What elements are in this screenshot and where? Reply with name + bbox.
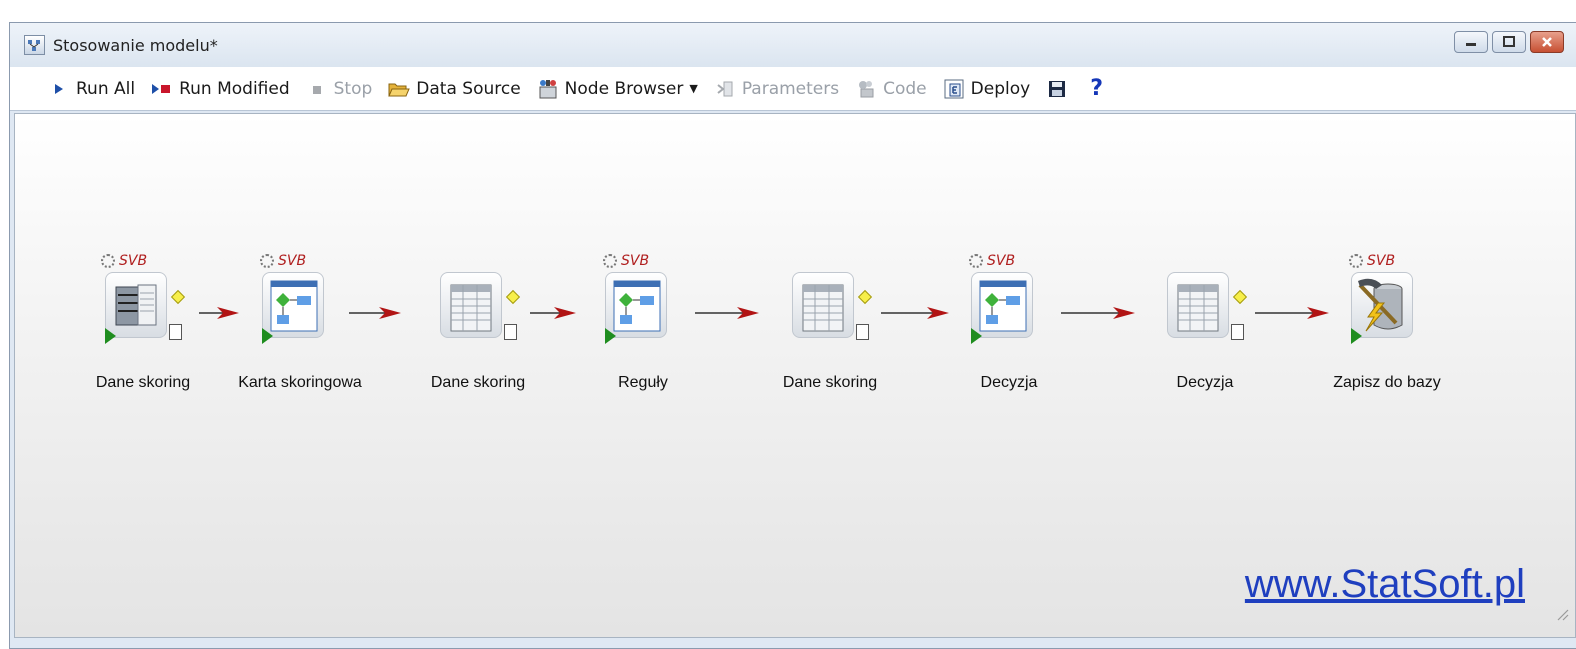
report-icon[interactable] [1231, 324, 1244, 340]
svb-badge: SVB [969, 253, 1015, 269]
node-badge: SVB [1367, 253, 1396, 269]
node-zapisz-do-bazy[interactable]: SVB Zapisz do bazy [1307, 250, 1467, 400]
window-controls [1454, 31, 1564, 53]
node-badge: SVB [278, 253, 307, 269]
help-button[interactable]: ? [1082, 73, 1111, 105]
help-icon: ? [1090, 76, 1103, 101]
connector-arrow [349, 307, 401, 319]
output-port-icon[interactable] [505, 289, 521, 305]
data-source-label: Data Source [416, 78, 521, 99]
stop-label: Stop [333, 78, 373, 99]
node-dane-skoring-1[interactable]: SVB Dane skoring [63, 250, 223, 400]
data-source-button[interactable]: Data Source [380, 73, 528, 105]
node-reguly[interactable]: SVB Reguły [563, 250, 723, 400]
title-bar[interactable]: Stosowanie modelu* [10, 23, 1576, 67]
node-dane-skoring-3[interactable]: Dane skoring [750, 250, 910, 400]
node-karta-skoringowa[interactable]: SVB Karta skoringowa [220, 250, 380, 400]
report-icon[interactable] [856, 324, 869, 340]
node-browser-label: Node Browser [564, 78, 684, 99]
maximize-button[interactable] [1492, 31, 1526, 53]
node-decyzja-2[interactable]: Decyzja [1125, 250, 1285, 400]
run-modified-icon [151, 78, 173, 100]
node-badge: SVB [621, 253, 650, 269]
save-button[interactable] [1038, 73, 1082, 105]
workspace-window: Stosowanie modelu* Run All Run Modified [9, 22, 1576, 649]
resize-grip-icon[interactable] [1555, 607, 1569, 621]
toolbar: Run All Run Modified Stop Data Source No… [10, 67, 1576, 111]
node-label: Dane skoring [782, 374, 878, 391]
deploy-label: Deploy [970, 78, 1031, 99]
spreadsheet-icon [792, 272, 854, 338]
node-browser-icon [537, 78, 559, 100]
code-label: Code [883, 78, 927, 99]
play-icon [48, 78, 70, 100]
spreadsheet-icon [440, 272, 502, 338]
node-label: Dane skoring [430, 374, 526, 391]
deploy-button[interactable]: Deploy [935, 73, 1039, 105]
workflow-canvas[interactable]: SVB Dane skoring SVB Karta skoringowa Da… [14, 113, 1576, 638]
svb-badge: SVB [101, 253, 147, 269]
input-port-icon[interactable] [1351, 328, 1362, 344]
gear-icon [969, 254, 983, 268]
chevron-down-icon[interactable]: ▼ [689, 82, 697, 95]
node-label: Reguły [618, 374, 668, 391]
parameters-icon [714, 78, 736, 100]
svb-badge: SVB [260, 253, 306, 269]
node-decyzja-1[interactable]: SVB Decyzja [929, 250, 1089, 400]
floppy-disk-icon [1046, 78, 1068, 100]
close-icon [1542, 37, 1552, 47]
statsoft-link[interactable]: www.StatSoft.pl [1245, 562, 1525, 607]
window-title: Stosowanie modelu* [53, 35, 218, 55]
input-port-icon[interactable] [605, 328, 616, 344]
node-browser-button[interactable]: Node Browser ▼ [529, 73, 706, 105]
node-dane-skoring-2[interactable]: Dane skoring [398, 250, 558, 400]
node-label: Decyzja [1176, 374, 1234, 391]
open-folder-icon [388, 78, 411, 100]
input-port-icon[interactable] [971, 328, 982, 344]
node-label: Decyzja [980, 374, 1038, 391]
close-button[interactable] [1530, 31, 1564, 53]
parameters-label: Parameters [741, 78, 840, 99]
spreadsheet-icon [1167, 272, 1229, 338]
minimize-button[interactable] [1454, 31, 1488, 53]
stop-icon [306, 78, 328, 100]
report-icon[interactable] [504, 324, 517, 340]
gear-icon [603, 254, 617, 268]
parameters-button[interactable]: Parameters [706, 73, 847, 105]
run-all-button[interactable]: Run All [40, 73, 143, 105]
svb-badge: SVB [603, 253, 649, 269]
deploy-icon [943, 78, 965, 100]
run-modified-label: Run Modified [179, 78, 290, 99]
maximize-icon [1503, 36, 1515, 47]
workspace-app-icon [24, 35, 45, 55]
output-port-icon[interactable] [1232, 289, 1248, 305]
code-icon [855, 78, 877, 100]
svb-badge: SVB [1349, 253, 1395, 269]
node-label: Dane skoring [95, 374, 191, 391]
node-label: Karta skoringowa [238, 374, 362, 391]
output-port-icon[interactable] [170, 289, 186, 305]
input-port-icon[interactable] [105, 328, 116, 344]
gear-icon [101, 254, 115, 268]
run-all-label: Run All [76, 78, 136, 99]
gear-icon [1349, 254, 1363, 268]
code-button[interactable]: Code [847, 73, 935, 105]
gear-icon [260, 254, 274, 268]
minimize-icon [1466, 43, 1476, 46]
input-port-icon[interactable] [262, 328, 273, 344]
node-badge: SVB [119, 253, 148, 269]
stop-button[interactable]: Stop [298, 73, 381, 105]
report-icon[interactable] [169, 324, 182, 340]
node-badge: SVB [987, 253, 1016, 269]
node-label: Zapisz do bazy [1333, 374, 1441, 391]
output-port-icon[interactable] [857, 289, 873, 305]
run-modified-button[interactable]: Run Modified [143, 73, 298, 105]
